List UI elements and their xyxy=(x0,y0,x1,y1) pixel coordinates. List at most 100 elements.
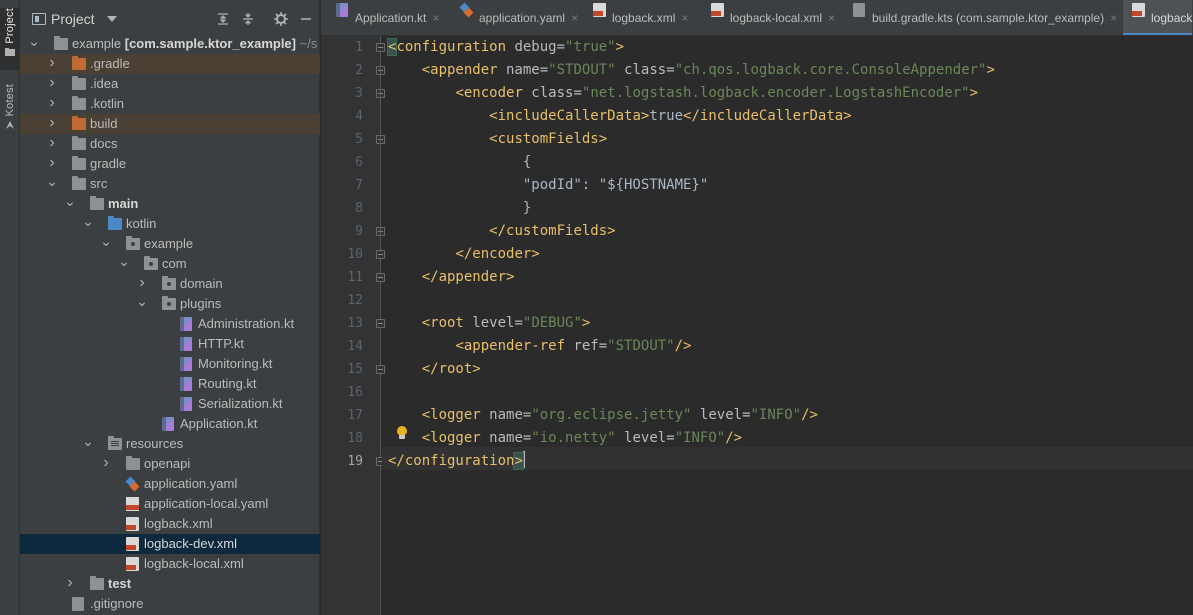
chevron-down-icon[interactable]: ⌄ xyxy=(100,231,112,251)
line-number: 5 xyxy=(355,132,363,147)
tree-item[interactable]: ⌄ resources xyxy=(20,431,320,454)
collapse-all-icon[interactable] xyxy=(240,11,256,27)
fold-marker-icon[interactable] xyxy=(376,365,385,374)
code-token: "io.netty" xyxy=(531,430,616,446)
tree-item[interactable]: application.yaml xyxy=(20,474,320,494)
gear-icon[interactable] xyxy=(273,11,289,27)
line-number: 7 xyxy=(355,178,363,193)
close-icon[interactable]: × xyxy=(1110,11,1117,25)
tree-item[interactable]: › build xyxy=(20,114,320,134)
tree-item[interactable]: HTTP.kt xyxy=(20,334,320,354)
tree-item-label: .idea xyxy=(90,76,119,91)
tree-item[interactable]: Monitoring.kt xyxy=(20,354,320,374)
code-token: </customFields> xyxy=(489,223,616,239)
code-line: <appender name="STDOUT" class="ch.qos.lo… xyxy=(388,59,995,82)
close-icon[interactable]: × xyxy=(571,11,578,25)
tree-item[interactable]: .gitignore xyxy=(20,594,320,614)
chevron-down-icon[interactable]: ⌄ xyxy=(82,431,94,451)
code-token: name xyxy=(480,407,523,423)
code-token: <appender-ref xyxy=(455,338,566,354)
tree-item[interactable]: › .kotlin xyxy=(20,94,320,114)
tree-item[interactable]: ⌄ main xyxy=(20,191,320,214)
chevron-down-icon[interactable]: ⌄ xyxy=(82,211,94,231)
chevron-down-icon[interactable] xyxy=(106,16,117,22)
folder-icon xyxy=(126,456,140,470)
tree-item[interactable]: ⌄ example [com.sample.ktor_example] ~/s xyxy=(20,31,320,54)
line-number: 2 xyxy=(355,63,363,78)
code-token: > xyxy=(581,315,591,331)
editor-tab-label: logback.xml xyxy=(612,11,676,25)
expand-all-icon[interactable] xyxy=(215,11,231,27)
tree-item[interactable]: › openapi xyxy=(20,454,320,474)
editor-tab[interactable]: build.gradle.kts (com.sample.ktor_exampl… xyxy=(844,0,1117,35)
chevron-down-icon[interactable]: ⌄ xyxy=(28,31,40,51)
tree-item[interactable]: ⌄ example xyxy=(20,231,320,254)
tree-item[interactable]: logback.xml xyxy=(20,514,320,534)
tree-item[interactable]: Serialization.kt xyxy=(20,394,320,414)
editor-tab[interactable]: application.yaml × xyxy=(451,0,578,35)
editor-tab[interactable]: logback xyxy=(1123,0,1193,35)
tree-item[interactable]: › .gradle xyxy=(20,54,320,74)
chevron-right-icon[interactable]: › xyxy=(46,113,58,133)
fold-marker-icon[interactable] xyxy=(376,319,385,328)
code-editor[interactable]: <configuration debug="true"> <appender n… xyxy=(386,36,1193,615)
tree-item-label: build xyxy=(90,116,118,131)
tree-item[interactable]: Administration.kt xyxy=(20,314,320,334)
chevron-right-icon[interactable]: › xyxy=(136,273,148,293)
chevron-right-icon[interactable]: › xyxy=(100,453,112,473)
editor-tab[interactable]: logback.xml × xyxy=(584,0,688,35)
line-number: 6 xyxy=(355,155,363,170)
tree-item[interactable]: › .idea xyxy=(20,74,320,94)
tree-item[interactable]: ⌄ kotlin xyxy=(20,211,320,234)
code-line: <root level="DEBUG"> xyxy=(388,312,591,335)
chevron-right-icon[interactable]: › xyxy=(46,93,58,113)
tree-item[interactable]: › docs xyxy=(20,134,320,154)
chevron-right-icon[interactable]: › xyxy=(64,573,76,593)
package-icon xyxy=(162,296,176,310)
chevron-down-icon[interactable]: ⌄ xyxy=(136,291,148,311)
chevron-down-icon[interactable]: ⌄ xyxy=(46,171,58,191)
code-token: </configuration xyxy=(388,453,515,469)
tree-item-label: main xyxy=(108,196,139,211)
close-icon[interactable]: × xyxy=(432,11,439,25)
project-tool-tab[interactable]: Project xyxy=(0,8,20,70)
chevron-right-icon[interactable]: › xyxy=(46,153,58,173)
chevron-down-icon[interactable]: ⌄ xyxy=(64,191,76,211)
code-token: = xyxy=(666,430,675,446)
code-token: class xyxy=(522,85,574,101)
tree-item[interactable]: › test xyxy=(20,574,320,594)
tree-item[interactable]: Routing.kt xyxy=(20,374,320,394)
code-line: <encoder class="net.logstash.logback.enc… xyxy=(388,82,978,105)
fold-marker-icon[interactable] xyxy=(376,250,385,259)
tree-item-label: application.yaml xyxy=(144,476,238,491)
close-icon[interactable]: × xyxy=(828,11,835,25)
code-token: <customFields> xyxy=(489,131,608,147)
tree-item[interactable]: Application.kt xyxy=(20,414,320,434)
kotest-tool-tab[interactable]: Kotest xyxy=(0,84,20,140)
tree-item[interactable]: logback-local.xml xyxy=(20,554,320,574)
tree-item[interactable]: › gradle xyxy=(20,154,320,174)
editor-tab[interactable]: logback-local.xml × xyxy=(702,0,835,35)
tree-item-label: application-local.yaml xyxy=(144,496,269,511)
tree-item[interactable]: application-local.yaml xyxy=(20,494,320,514)
tree-item[interactable]: ⌄ plugins xyxy=(20,291,320,314)
fold-marker-icon[interactable] xyxy=(376,273,385,282)
tree-item[interactable]: › domain xyxy=(20,274,320,294)
folder-icon xyxy=(90,196,104,210)
close-icon[interactable]: × xyxy=(681,11,688,25)
project-panel: Project ⌄ example [com.sample.ktor_exampl… xyxy=(20,0,320,615)
fold-marker-icon[interactable] xyxy=(376,43,385,52)
chevron-right-icon[interactable]: › xyxy=(46,53,58,73)
tree-item-label: logback.xml xyxy=(144,516,213,531)
editor-tabs: Application.kt × application.yaml × logback.… xyxy=(321,0,1193,36)
minimize-icon[interactable] xyxy=(298,11,314,27)
chevron-right-icon[interactable]: › xyxy=(46,133,58,153)
project-panel-header: Project xyxy=(20,0,319,38)
editor-tab[interactable]: Application.kt × xyxy=(327,0,439,35)
chevron-down-icon[interactable]: ⌄ xyxy=(118,251,130,271)
code-token: class xyxy=(615,62,667,78)
tree-item[interactable]: logback-dev.xml xyxy=(20,534,320,554)
chevron-right-icon[interactable]: › xyxy=(46,73,58,93)
tree-item[interactable]: ⌄ com xyxy=(20,251,320,274)
